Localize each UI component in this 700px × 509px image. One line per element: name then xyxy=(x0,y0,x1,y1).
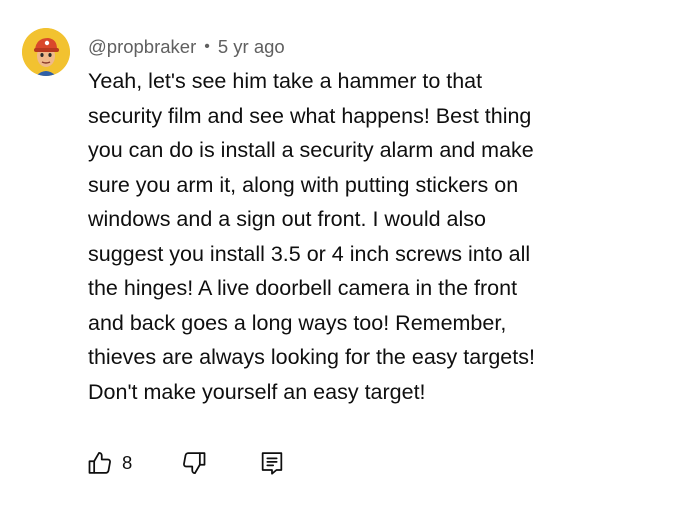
like-button[interactable]: 8 xyxy=(86,449,132,477)
meta-separator: • xyxy=(204,38,210,55)
like-count: 8 xyxy=(122,452,133,473)
comment-line: and back goes a long ways too! Remember, xyxy=(88,310,507,335)
comment-line: sure you arm it, along with putting stic… xyxy=(88,172,519,197)
comment: @propbraker • 5 yr ago Yeah, let's see h… xyxy=(0,0,700,509)
comment-line: windows and a sign out front. I would al… xyxy=(88,207,486,231)
comment-line: security film and see what happens! Best… xyxy=(88,103,532,128)
comment-line: Don't make yourself an easy target! xyxy=(88,379,426,404)
reply-comment-icon xyxy=(262,452,283,475)
comment-line: suggest you install 3.5 or 4 inch screws… xyxy=(88,241,531,266)
reply-button[interactable] xyxy=(258,449,286,477)
author-handle[interactable]: @propbraker xyxy=(88,36,196,58)
cartoon-face-with-cap-avatar xyxy=(22,28,70,76)
comment-header: @propbraker • 5 yr ago xyxy=(88,34,285,60)
comment-line: you can do is install a security alarm a… xyxy=(88,138,534,162)
comment-actions: 8 xyxy=(86,446,286,480)
comment-line: the hinges! A live doorbell camera in th… xyxy=(88,276,518,300)
comment-body: Yeah, let's see him take a hammer to tha… xyxy=(88,64,688,409)
thumbs-down-icon xyxy=(183,452,206,475)
comment-timestamp[interactable]: 5 yr ago xyxy=(218,36,285,58)
dislike-button[interactable] xyxy=(180,449,208,477)
comment-line: thieves are always looking for the easy … xyxy=(88,345,535,369)
comment-line: Yeah, let's see him take a hammer to tha… xyxy=(88,69,483,93)
thumbs-up-icon xyxy=(88,451,111,474)
avatar[interactable] xyxy=(22,28,70,76)
